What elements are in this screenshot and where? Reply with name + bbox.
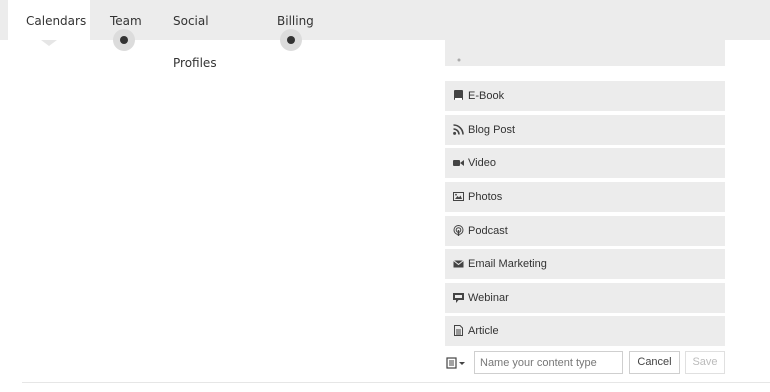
envelope-icon (453, 258, 464, 269)
add-content-type-form: Cancel Save (445, 351, 725, 374)
content-type-photos[interactable]: Photos (445, 182, 725, 212)
list-menu-dropdown[interactable] (445, 355, 469, 371)
document-icon (453, 325, 464, 336)
divider (22, 382, 770, 383)
presentation-icon (453, 292, 464, 303)
content-type-podcast[interactable]: Podcast (445, 216, 725, 246)
tab-social-profiles[interactable]: Social Profiles (173, 0, 253, 70)
video-camera-icon (453, 157, 464, 168)
content-type-label: Video (468, 157, 496, 169)
book-icon (453, 90, 464, 101)
content-type-blog-post[interactable]: Blog Post (445, 115, 725, 145)
rss-icon (453, 124, 464, 135)
tab-social-profiles-label: Social Profiles (173, 14, 217, 70)
content-type-label: E-Book (468, 90, 505, 102)
tab-team-label: Team (110, 14, 142, 28)
content-type-label: Photos (468, 191, 503, 203)
image-icon (453, 191, 464, 202)
tab-calendars[interactable]: Calendars (8, 0, 90, 46)
content-type-label: Blog Post (468, 124, 516, 136)
content-type-ebook[interactable]: E-Book (445, 81, 725, 111)
content-type-label: Podcast (468, 225, 508, 237)
content-type-label: Email Marketing (468, 258, 547, 270)
team-indicator-dot (113, 29, 135, 51)
content-type-label: Webinar (468, 292, 509, 304)
save-button[interactable]: Save (685, 351, 725, 374)
content-type-label: Article (468, 325, 499, 337)
truncated-icon (453, 58, 464, 62)
content-type-email-marketing[interactable]: Email Marketing (445, 249, 725, 279)
content-type-webinar[interactable]: Webinar (445, 283, 725, 313)
podcast-icon (453, 225, 464, 236)
billing-indicator-dot (280, 29, 302, 51)
content-type-row-partial[interactable] (445, 40, 725, 66)
content-type-article[interactable]: Article (445, 316, 725, 346)
tab-billing-label: Billing (277, 14, 314, 28)
tab-calendars-label: Calendars (26, 14, 87, 28)
content-type-name-input[interactable] (474, 351, 623, 374)
cancel-button[interactable]: Cancel (629, 351, 680, 374)
content-type-video[interactable]: Video (445, 148, 725, 178)
list-icon (446, 357, 465, 369)
